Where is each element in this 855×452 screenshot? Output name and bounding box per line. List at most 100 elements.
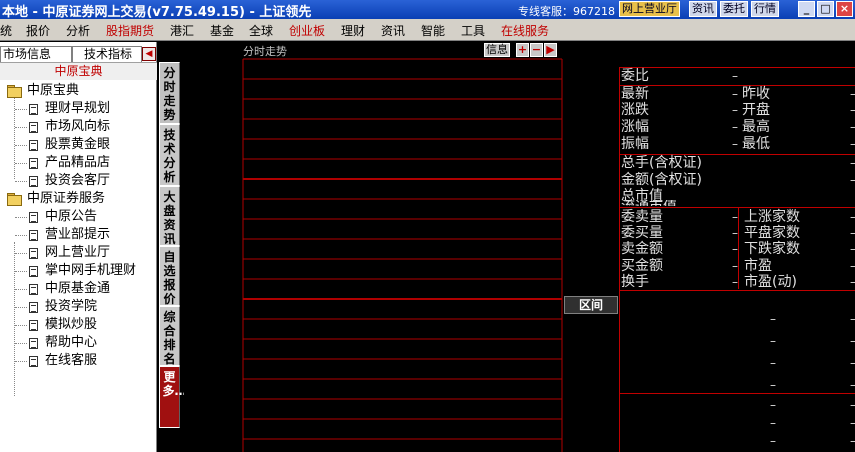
tick-row: – xyxy=(770,398,776,412)
document-icon xyxy=(29,302,38,313)
value-decliners: – xyxy=(850,241,855,257)
tree-item[interactable]: 帮助中心 xyxy=(0,334,157,352)
news-button[interactable]: 资讯 xyxy=(689,1,717,17)
document-icon xyxy=(29,176,38,187)
tree-item[interactable]: 投资会客厅 xyxy=(0,172,157,190)
collapse-left-icon[interactable]: ◀ xyxy=(142,47,156,61)
document-icon xyxy=(29,212,38,223)
tick-row: – xyxy=(770,434,776,448)
label-prev-close: 昨收 xyxy=(742,86,770,102)
value-amplitude: – xyxy=(732,137,738,151)
menu-online-service[interactable]: 在线服务 xyxy=(501,22,549,39)
document-icon xyxy=(29,356,38,367)
tree-item[interactable]: 产品精品店 xyxy=(0,154,157,172)
label-bid-volume: 委买量 xyxy=(621,225,663,241)
hotline-text: 专线客服：967218 xyxy=(518,5,615,18)
tree-item[interactable]: 理财早规划 xyxy=(0,100,157,118)
label-change: 涨跌 xyxy=(621,102,649,118)
app-window: 本地 - 中原证券网上交易(v7.75.49.15) - 上证领先 专线客服：9… xyxy=(0,0,855,452)
title-bar: 本地 - 中原证券网上交易(v7.75.49.15) - 上证领先 专线客服：9… xyxy=(0,0,855,20)
menu-news[interactable]: 资讯 xyxy=(381,22,405,39)
label-total-amount: 金额(含权证) xyxy=(621,172,702,188)
menu-analysis[interactable]: 分析 xyxy=(66,22,90,39)
chart-grid xyxy=(242,58,563,452)
menu-bar: 统 报价 分析 股指期货 港汇 基金 全球 创业板 理财 资讯 智能 工具 在线… xyxy=(0,19,855,41)
tick-row: – xyxy=(850,311,855,327)
menu-hk-fx[interactable]: 港汇 xyxy=(170,22,194,39)
tick-row: – xyxy=(850,433,855,449)
label-ask-amount: 卖金额 xyxy=(621,241,663,257)
tree-folder-zhongyuan-service[interactable]: 中原证券服务 xyxy=(0,190,157,208)
value-unchanged: – xyxy=(850,225,855,241)
tree-item[interactable]: 在线客服 xyxy=(0,352,157,370)
label-open: 开盘 xyxy=(742,102,770,118)
value-latest: – xyxy=(732,87,738,101)
tab-tech-indicators[interactable]: 技术指标 xyxy=(72,46,142,62)
document-icon xyxy=(29,338,38,349)
menu-global[interactable]: 全球 xyxy=(249,22,273,39)
value-total-amount: – xyxy=(850,172,855,188)
tree-item[interactable]: 股票黄金眼 xyxy=(0,136,157,154)
online-hall-button[interactable]: 网上营业厅 xyxy=(619,1,680,17)
tree-item[interactable]: 掌中网手机理财 xyxy=(0,262,157,280)
tick-row: – xyxy=(850,333,855,349)
intraday-chart: 分时走势 信息 + − ▶ xyxy=(184,42,564,452)
label-latest: 最新 xyxy=(621,86,649,102)
label-amplitude: 振幅 xyxy=(621,136,649,152)
label-turnover: 换手 xyxy=(621,274,649,290)
vtab-ranking[interactable]: 综合排名 xyxy=(159,306,180,366)
left-panel-header: 中原宝典 xyxy=(0,62,157,80)
tree-item[interactable]: 中原基金通 xyxy=(0,280,157,298)
close-icon[interactable]: × xyxy=(836,1,853,17)
menu-system[interactable]: 统 xyxy=(0,22,12,39)
value-prev-close: – xyxy=(850,86,855,102)
tree-item[interactable]: 中原公告 xyxy=(0,208,157,226)
value-pe: – xyxy=(850,258,855,274)
tick-row: – xyxy=(850,377,855,393)
label-decliners: 下跌家数 xyxy=(744,241,800,257)
maximize-icon[interactable]: □ xyxy=(817,1,834,17)
document-icon xyxy=(29,320,38,331)
value-open: – xyxy=(850,102,855,118)
tick-row: – xyxy=(770,416,776,430)
document-icon xyxy=(29,230,38,241)
menu-index-futures[interactable]: 股指期货 xyxy=(106,22,154,39)
entrust-button[interactable]: 委托 xyxy=(720,1,748,17)
vtab-watchlist[interactable]: 自选报价 xyxy=(159,246,180,306)
tree-item[interactable]: 模拟炒股 xyxy=(0,316,157,334)
tree-folder-zhongyuan-baodian[interactable]: 中原宝典 xyxy=(0,82,157,100)
vtab-more[interactable]: 更多… xyxy=(159,366,187,428)
vtab-technical[interactable]: 技术分析 xyxy=(159,124,180,186)
value-high: – xyxy=(850,119,855,135)
label-order-ratio: 委比 xyxy=(621,68,649,84)
value-change-pct: – xyxy=(732,120,738,134)
quote-panel: 委比 – 最新 涨跌 涨幅 振幅 – – – – 昨收 开盘 最高 最低 – –… xyxy=(619,67,855,452)
vtab-market-news[interactable]: 大盘资讯 xyxy=(159,186,180,246)
tree-item[interactable]: 网上营业厅 xyxy=(0,244,157,262)
menu-funds[interactable]: 基金 xyxy=(210,22,234,39)
window-title: 本地 - 中原证券网上交易(v7.75.49.15) - 上证领先 xyxy=(2,5,312,20)
tree-item[interactable]: 营业部提示 xyxy=(0,226,157,244)
value-pe-dynamic: – xyxy=(850,274,855,290)
menu-gem-board[interactable]: 创业板 xyxy=(289,22,325,39)
menu-quotes[interactable]: 报价 xyxy=(26,22,50,39)
menu-smart[interactable]: 智能 xyxy=(421,22,445,39)
left-panel-tabs: 市场信息 技术指标 ◀ xyxy=(0,46,157,62)
value-low: – xyxy=(850,136,855,152)
interval-button[interactable]: 区间 xyxy=(564,296,618,314)
vtab-intraday[interactable]: 分时走势 xyxy=(159,62,180,124)
quotes-button[interactable]: 行情 xyxy=(751,1,779,17)
minimize-icon[interactable]: _ xyxy=(798,1,815,17)
label-low: 最低 xyxy=(742,136,770,152)
tick-row: – xyxy=(770,378,776,392)
menu-wealth[interactable]: 理财 xyxy=(341,22,365,39)
menu-tools[interactable]: 工具 xyxy=(461,22,485,39)
tick-row: – xyxy=(850,355,855,371)
tree-item[interactable]: 市场风向标 xyxy=(0,118,157,136)
folder-icon xyxy=(7,193,22,206)
tab-market-info[interactable]: 市场信息 xyxy=(0,46,72,62)
document-icon xyxy=(29,158,38,169)
label-pe-dynamic: 市盈(动) xyxy=(744,274,797,290)
tree-item[interactable]: 投资学院 xyxy=(0,298,157,316)
document-icon xyxy=(29,266,38,277)
